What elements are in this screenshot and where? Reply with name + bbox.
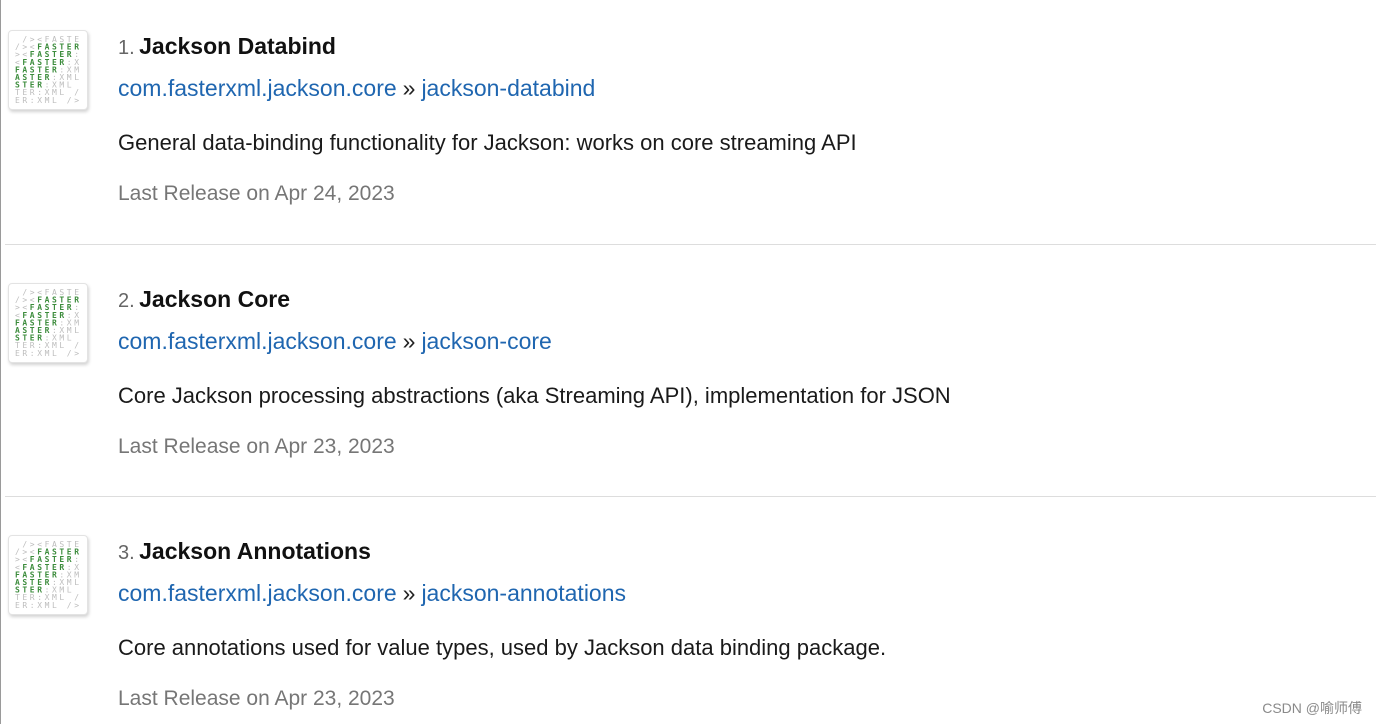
logo-glyph: L	[74, 578, 79, 587]
result-name-link[interactable]: Jackson Annotations	[139, 538, 371, 564]
logo-glyph: >	[74, 96, 79, 105]
logo-glyph: /	[67, 601, 72, 610]
result-rank: 1.	[118, 37, 135, 59]
logo-glyph: /	[67, 349, 72, 358]
fasterxml-logo-graphic: / > < F A S T E/> < F A S T E R> < F A S T E R:< F A S T E R: XF A S T E…	[15, 288, 79, 358]
logo-glyph: R	[22, 349, 27, 358]
fasterxml-logo-icon[interactable]: / > < F A S T E / > < F A S T E R > < F A S T E R: < F A S T E R: X F A S T E…	[8, 30, 88, 110]
result-name-link[interactable]: Jackson Databind	[139, 33, 336, 59]
logo-glyph: R	[22, 601, 27, 610]
result-description: Core Jackson processing abstractions (ak…	[118, 383, 951, 408]
logo-glyph: X	[37, 601, 42, 610]
result-rank: 3.	[118, 542, 135, 564]
logo-glyph: E	[15, 601, 20, 610]
logo-glyph: M	[45, 601, 50, 610]
artifact-id-link[interactable]: jackson-databind	[421, 75, 595, 101]
group-id-link[interactable]: com.fasterxml.jackson.core	[118, 75, 397, 101]
logo-glyph: L	[74, 73, 79, 82]
fasterxml-logo-icon[interactable]: / > < F A S T E / > < F A S T E R > < F A S T E R: < F A S T E R: X F A S T E…	[8, 535, 88, 615]
logo-glyph: L	[52, 349, 57, 358]
csdn-watermark: CSDN @喻师傅	[1262, 700, 1362, 716]
logo-glyph: >	[74, 349, 79, 358]
logo-glyph: :	[30, 96, 35, 105]
logo-glyph: X	[37, 96, 42, 105]
result-divider	[5, 496, 1376, 497]
last-release-date: Last Release on Apr 24, 2023	[118, 182, 395, 205]
logo-glyph: L	[74, 326, 79, 335]
result-rank: 2.	[118, 290, 135, 312]
logo-glyph: >	[74, 601, 79, 610]
breadcrumb-separator: »	[402, 580, 416, 606]
logo-glyph: L	[52, 601, 57, 610]
result-item: / > < F A S T E / > < F A S T E R > < F A S T E R: < F A S T E R: X F A S T E…	[5, 0, 1376, 252]
logo-glyph: L	[67, 334, 72, 343]
result-divider	[5, 244, 1376, 245]
artifact-id-link[interactable]: jackson-core	[421, 328, 551, 354]
result-coordinates: com.fasterxml.jackson.core» jackson-datab…	[118, 72, 595, 104]
logo-glyph: L	[59, 341, 64, 350]
result-item: / > < F A S T E / > < F A S T E R > < F A S T E R: < F A S T E R: X F A S T E…	[5, 505, 1376, 724]
result-coordinates: com.fasterxml.jackson.core» jackson-core	[118, 325, 552, 357]
group-id-link[interactable]: com.fasterxml.jackson.core	[118, 328, 397, 354]
result-coordinates: com.fasterxml.jackson.core» jackson-annot…	[118, 577, 626, 609]
logo-glyph: L	[67, 81, 72, 90]
logo-glyph: L	[59, 593, 64, 602]
logo-glyph: M	[45, 349, 50, 358]
logo-glyph: X	[37, 349, 42, 358]
breadcrumb-separator: »	[402, 328, 416, 354]
logo-glyph: L	[52, 96, 57, 105]
fasterxml-logo-icon[interactable]: / > < F A S T E / > < F A S T E R > < F A S T E R: < F A S T E R: X F A S T E…	[8, 283, 88, 363]
result-title: 3. Jackson Annotations	[118, 535, 371, 567]
search-results-page: / > < F A S T E / > < F A S T E R > < F A S T E R: < F A S T E R: X F A S T E…	[0, 0, 1376, 724]
logo-glyph: E	[15, 96, 20, 105]
logo-glyph: M	[45, 96, 50, 105]
breadcrumb-separator: »	[402, 75, 416, 101]
logo-glyph: L	[59, 88, 64, 97]
logo-glyph: /	[67, 96, 72, 105]
result-description: General data-binding functionality for J…	[118, 130, 857, 155]
last-release-date: Last Release on Apr 23, 2023	[118, 687, 395, 710]
result-title: 2. Jackson Core	[118, 283, 290, 315]
artifact-id-link[interactable]: jackson-annotations	[421, 580, 626, 606]
result-description: Core annotations used for value types, u…	[118, 635, 887, 660]
group-id-link[interactable]: com.fasterxml.jackson.core	[118, 580, 397, 606]
result-title: 1. Jackson Databind	[118, 30, 336, 62]
logo-glyph: R	[22, 96, 27, 105]
logo-glyph: L	[67, 586, 72, 595]
result-item: / > < F A S T E / > < F A S T E R > < F A S T E R: < F A S T E R: X F A S T E…	[5, 253, 1376, 505]
logo-glyph: :	[30, 349, 35, 358]
result-name-link[interactable]: Jackson Core	[139, 286, 290, 312]
last-release-date: Last Release on Apr 23, 2023	[118, 435, 395, 458]
fasterxml-logo-graphic: / > < F A S T E/> < F A S T E R> < F A S T E R:< F A S T E R: XF A S T E…	[15, 35, 79, 105]
logo-glyph: :	[30, 601, 35, 610]
logo-glyph: E	[15, 349, 20, 358]
fasterxml-logo-graphic: / > < F A S T E/> < F A S T E R> < F A S T E R:< F A S T E R: XF A S T E…	[15, 540, 79, 610]
